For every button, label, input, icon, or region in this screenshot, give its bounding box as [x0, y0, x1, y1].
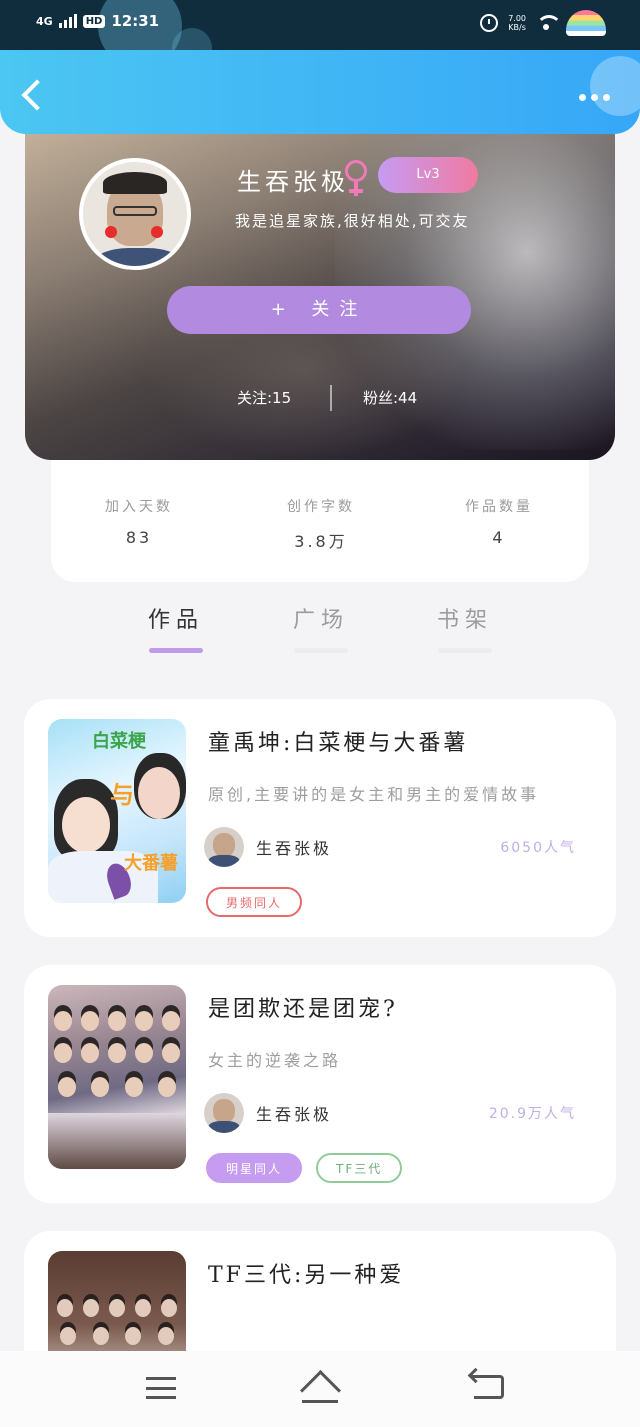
- stat-value: 4: [492, 528, 506, 547]
- author-avatar: [204, 1093, 244, 1133]
- work-cover-image[interactable]: [48, 985, 186, 1169]
- stat-works-count: 作品数量 4: [429, 496, 569, 547]
- tab-indicator: [294, 648, 348, 653]
- status-left: 4G HD 12:31: [36, 12, 159, 30]
- signal-icon: [58, 14, 77, 28]
- female-gender-icon: [345, 160, 367, 196]
- tab-bookshelf[interactable]: 书架: [425, 602, 505, 653]
- stats-divider: [330, 385, 332, 411]
- work-card[interactable]: 白菜梗 与 大番薯 童禹坤:白菜梗与大番薯 原创,主要讲的是女主和男主的爱情故事…: [24, 699, 616, 937]
- back-icon[interactable]: [21, 79, 53, 111]
- status-time: 12:31: [111, 12, 160, 30]
- status-bar: 4G HD 12:31 7.00 KB/s: [0, 0, 640, 50]
- nav-decoration: [590, 56, 640, 116]
- stat-word-count: 创作字数 3.8万: [251, 496, 391, 552]
- speed-value: 7.00: [508, 14, 526, 23]
- menu-icon[interactable]: [146, 1377, 176, 1399]
- tag-badge[interactable]: 明星同人: [206, 1153, 303, 1183]
- wifi-icon: [536, 15, 562, 31]
- work-description: 原创,主要讲的是女主和男主的爱情故事: [208, 785, 540, 804]
- profile-header: 生吞张极 Lv3 我是追星家族,很好相处,可交友 + 关注 关注:15 粉丝:4…: [25, 120, 615, 460]
- alarm-icon: [480, 14, 499, 32]
- network-type: 4G: [36, 14, 53, 28]
- work-cover-image[interactable]: 白菜梗 与 大番薯: [48, 719, 186, 903]
- follow-button[interactable]: + 关注: [167, 286, 471, 334]
- stat-value: 83: [125, 528, 153, 547]
- more-options-icon[interactable]: [579, 94, 610, 101]
- stat-join-days: 加入天数 83: [69, 496, 209, 547]
- work-card[interactable]: 是团欺还是团宠? 女主的逆袭之路 生吞张极 20.9万人气 明星同人 TF三代: [24, 965, 616, 1203]
- author-name: 生吞张极: [256, 1105, 333, 1124]
- tab-label: 书架: [436, 608, 493, 633]
- tab-label: 作品: [147, 608, 204, 633]
- work-title[interactable]: TF三代:另一种爱: [208, 1257, 404, 1289]
- rainbow-sticker-icon: [566, 10, 606, 36]
- stat-value: 3.8万: [294, 532, 348, 551]
- fans-count[interactable]: 粉丝:44: [363, 387, 417, 408]
- work-title[interactable]: 是团欺还是团宠?: [208, 991, 398, 1023]
- tag-badge[interactable]: TF三代: [316, 1153, 403, 1183]
- work-tags: 明星同人 TF三代: [206, 1153, 403, 1183]
- follow-stats: 关注:15 粉丝:44: [25, 385, 615, 411]
- network-speed: 7.00 KB/s: [508, 14, 526, 32]
- work-author[interactable]: 生吞张极: [204, 827, 332, 867]
- stat-label: 创作字数: [287, 499, 355, 515]
- stat-label: 作品数量: [465, 499, 533, 515]
- tab-works[interactable]: 作品: [136, 602, 216, 653]
- cover-text: 与: [110, 781, 134, 809]
- username: 生吞张极: [237, 168, 349, 196]
- status-right: 7.00 KB/s: [480, 10, 606, 36]
- tab-indicator: [438, 648, 492, 653]
- tab-label: 广场: [292, 608, 349, 633]
- cover-text: 白菜梗: [92, 731, 146, 752]
- following-count[interactable]: 关注:15: [237, 387, 291, 408]
- popularity-count: 20.9万人气: [488, 1106, 576, 1122]
- work-tags: 男频同人: [206, 887, 303, 917]
- return-icon[interactable]: [470, 1375, 504, 1399]
- popularity-count: 6050人气: [500, 840, 576, 856]
- user-bio: 我是追星家族,很好相处,可交友: [235, 212, 470, 230]
- level-badge: Lv3: [378, 157, 478, 193]
- work-title[interactable]: 童禹坤:白菜梗与大番薯: [208, 725, 468, 757]
- tab-square[interactable]: 广场: [281, 602, 361, 653]
- speed-unit: KB/s: [508, 23, 526, 32]
- top-nav-bar: [0, 50, 640, 134]
- content-tabs: 作品 广场 书架: [0, 602, 640, 662]
- work-description: 女主的逆袭之路: [208, 1051, 342, 1070]
- cover-text: 大番薯: [124, 853, 178, 874]
- user-stats-panel: 加入天数 83 创作字数 3.8万 作品数量 4: [51, 440, 589, 582]
- system-nav-bar: [0, 1351, 640, 1427]
- author-avatar: [204, 827, 244, 867]
- home-icon[interactable]: [299, 1371, 341, 1405]
- stat-label: 加入天数: [105, 499, 173, 515]
- hd-badge: HD: [82, 14, 106, 28]
- avatar[interactable]: [79, 158, 191, 270]
- author-name: 生吞张极: [256, 839, 333, 858]
- tab-indicator: [149, 648, 203, 653]
- work-author[interactable]: 生吞张极: [204, 1093, 332, 1133]
- tag-badge[interactable]: 男频同人: [206, 887, 303, 917]
